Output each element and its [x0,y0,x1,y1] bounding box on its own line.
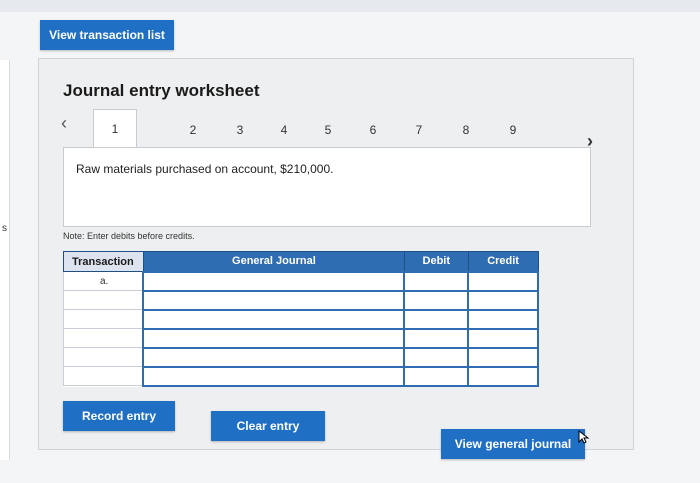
credit-input[interactable] [467,308,539,330]
transaction-cell [63,328,144,348]
debit-input[interactable] [403,365,470,387]
table-row [63,289,539,311]
transaction-column-header: Transaction [63,251,144,272]
table-row [63,346,539,368]
debit-input[interactable] [403,308,470,330]
tab-3[interactable]: 3 [230,123,250,137]
credit-input[interactable] [467,327,539,349]
debits-note: Note: Enter debits before credits. [63,231,195,241]
account-input[interactable] [142,289,406,311]
credit-column-header: Credit [467,251,539,272]
account-input[interactable] [142,308,406,330]
debit-input[interactable] [403,346,470,368]
debit-input[interactable] [403,270,470,292]
account-input[interactable] [142,327,406,349]
tab-5[interactable]: 5 [318,123,338,137]
debit-input[interactable] [403,327,470,349]
mouse-cursor-icon [578,430,590,444]
table-row: a. [63,270,539,292]
general-journal-table: Transaction General Journal Debit Credit… [63,251,539,387]
worksheet-tabs: 1 2 3 4 5 6 7 8 9 [93,109,523,149]
view-general-journal-button[interactable]: View general journal [441,429,585,459]
debit-input[interactable] [403,289,470,311]
tab-1[interactable]: 1 [93,109,137,149]
entry-description: Raw materials purchased on account, $210… [76,162,334,176]
left-panel-edge [0,60,10,460]
clear-entry-button[interactable]: Clear entry [211,411,325,441]
transaction-cell: a. [63,271,144,291]
credit-input[interactable] [467,365,539,387]
top-strip [0,0,700,12]
transaction-cell [63,309,144,329]
debit-column-header: Debit [403,251,469,272]
account-input[interactable] [142,365,406,387]
tab-6[interactable]: 6 [363,123,383,137]
credit-input[interactable] [467,289,539,311]
transaction-cell [63,347,144,367]
general-journal-column-header: General Journal [142,251,405,272]
left-edge-mark: s [2,223,7,234]
journal-header-row: Transaction General Journal Debit Credit [63,251,539,272]
worksheet-title: Journal entry worksheet [63,81,260,100]
tab-8[interactable]: 8 [456,123,476,137]
tab-7[interactable]: 7 [409,123,429,137]
transaction-cell [63,290,144,310]
table-row [63,308,539,330]
tab-9[interactable]: 9 [503,123,523,137]
table-row [63,327,539,349]
tab-4[interactable]: 4 [274,123,294,137]
tab-2[interactable]: 2 [183,123,203,137]
transaction-cell [63,366,144,386]
credit-input[interactable] [467,346,539,368]
chevron-left-icon[interactable]: ‹ [61,114,79,132]
view-transaction-list-button[interactable]: View transaction list [40,20,174,50]
record-entry-button[interactable]: Record entry [63,401,175,431]
credit-input[interactable] [467,270,539,292]
account-input[interactable] [142,346,406,368]
entry-description-box: Raw materials purchased on account, $210… [63,147,591,227]
journal-entry-worksheet: Journal entry worksheet ‹ › 1 2 3 4 5 6 … [38,58,634,459]
table-row [63,365,539,387]
account-input[interactable] [142,270,406,292]
